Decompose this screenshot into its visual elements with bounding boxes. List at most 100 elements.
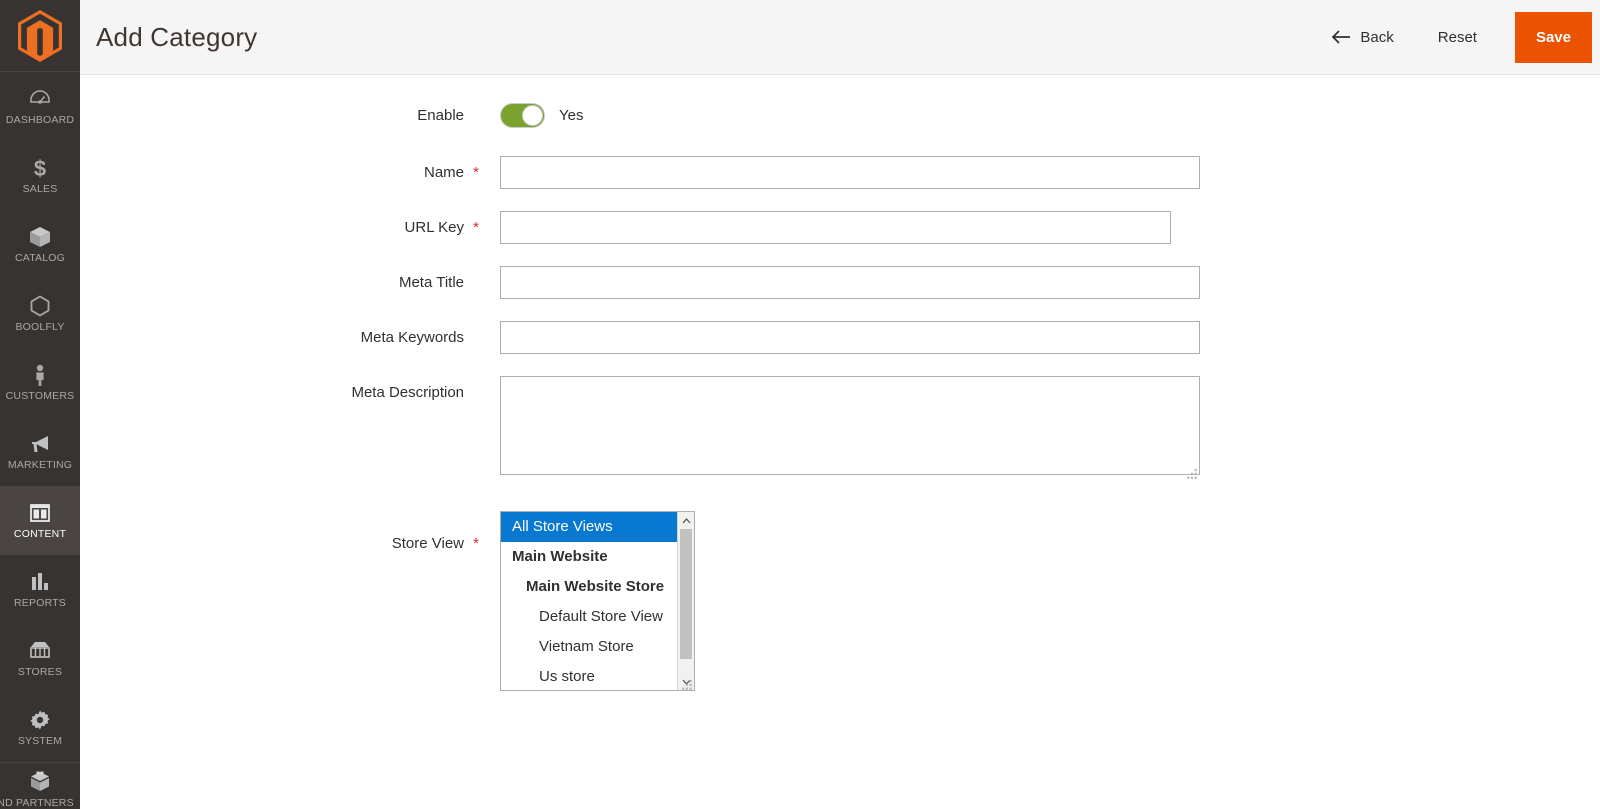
admin-sidebar: DASHBOARD $ SALES CATALOG BOOLFLY CUSTOM… [0,0,80,809]
back-button-label: Back [1360,28,1394,46]
field-url-key: URL Key * [80,211,1600,244]
sidebar-item-label: BOOLFLY [15,321,65,334]
megaphone-icon [27,431,53,457]
page-header: Add Category Back Reset Save [80,0,1600,75]
sidebar-item-label: MARKETING [7,459,73,472]
enable-toggle[interactable] [500,103,545,128]
person-icon [27,362,53,388]
toggle-knob [522,105,543,126]
multiselect-resize-grip-icon[interactable] [682,678,693,690]
field-control: Yes [479,99,583,132]
store-view-option[interactable]: Main Website [501,542,677,572]
sidebar-item-label: CATALOG [14,252,66,265]
meta-title-input[interactable] [500,266,1200,299]
magento-logo-icon [18,9,62,62]
field-store-view: Store View * All Store Views Main Websit… [80,511,1600,691]
required-marker: * [473,164,479,181]
sidebar-item-label: REPORTS [14,597,66,610]
name-input[interactable] [500,156,1200,189]
required-marker: * [473,219,479,236]
meta-keywords-input[interactable] [500,321,1200,354]
reset-button-label: Reset [1437,28,1477,46]
sidebar-item-content[interactable]: CONTENT [0,486,80,555]
sidebar-item-boolfly[interactable]: BOOLFLY [0,279,80,348]
field-label-cell: Meta Description * [80,376,479,409]
scroll-up-icon[interactable] [678,512,694,529]
magento-logo[interactable] [0,0,80,72]
save-button[interactable]: Save [1514,11,1592,63]
sidebar-item-dashboard[interactable]: DASHBOARD [0,72,80,141]
store-view-option[interactable]: Default Store View [501,602,677,632]
sidebar-item-customers[interactable]: CUSTOMERS [0,348,80,417]
field-label-cell: Store View * [80,511,479,560]
store-view-label: Store View [391,535,464,552]
storefront-icon [27,638,53,664]
dollar-icon: $ [27,155,53,181]
meta-description-textarea[interactable] [500,376,1200,475]
required-marker: * [473,535,479,552]
store-view-options-list: All Store Views Main Website Main Websit… [501,512,677,690]
field-meta-title: Meta Title * [80,266,1600,299]
url-key-input[interactable] [500,211,1171,244]
dashboard-icon [27,86,53,112]
store-view-scrollbar[interactable] [677,512,694,690]
store-view-multiselect[interactable]: All Store Views Main Website Main Websit… [500,511,695,691]
field-control [479,321,1200,354]
sidebar-item-label-line1: IND PARTNERS [0,797,74,809]
hexagon-icon [27,293,53,319]
back-button[interactable]: Back [1309,29,1415,46]
field-label-cell: URL Key * [80,211,479,244]
bar-chart-icon [27,569,53,595]
field-label-cell: Enable * [80,99,479,132]
field-control [479,266,1200,299]
extension-box-icon [27,769,53,795]
magento-admin-page: DASHBOARD $ SALES CATALOG BOOLFLY CUSTOM… [0,0,1600,809]
arrow-left-icon [1331,29,1351,45]
enable-label: Enable [417,107,464,124]
layout-icon [27,500,53,526]
field-enable: Enable * Yes [80,99,1600,132]
field-name: Name * [80,156,1600,189]
sidebar-item-reports[interactable]: REPORTS [0,555,80,624]
field-label-cell: Meta Title * [80,266,479,299]
sidebar-item-label: STORES [17,666,63,679]
sidebar-item-label: CUSTOMERS [5,390,75,403]
sidebar-item-stores[interactable]: STORES [0,624,80,693]
field-control [479,376,1200,480]
field-control [479,156,1200,189]
meta-description-label: Meta Description [351,384,464,401]
store-view-multiselect-wrapper: All Store Views Main Website Main Websit… [500,511,695,691]
sidebar-item-label: CONTENT [13,528,67,541]
field-meta-description: Meta Description * [80,376,1600,480]
enable-toggle-value: Yes [559,107,584,124]
svg-text:$: $ [34,156,46,181]
sidebar-item-find-partners-extensions[interactable]: IND PARTNERS & EXTENSIONS [0,762,80,809]
meta-keywords-label: Meta Keywords [360,329,464,346]
sidebar-item-sales[interactable]: $ SALES [0,141,80,210]
store-view-option[interactable]: Main Website Store [501,572,677,602]
meta-title-label: Meta Title [398,274,464,291]
page-title: Add Category [96,21,258,52]
sidebar-item-catalog[interactable]: CATALOG [0,210,80,279]
field-label-cell: Name * [80,156,479,189]
sidebar-item-label: SALES [22,183,58,196]
sidebar-item-label: SYSTEM [17,735,63,748]
field-control: All Store Views Main Website Main Websit… [479,511,695,691]
box-icon [27,224,53,250]
store-view-option[interactable]: All Store Views [501,512,677,542]
sidebar-item-label: DASHBOARD [5,114,75,127]
enable-toggle-row: Yes [500,99,583,132]
store-view-option[interactable]: Vietnam Store [501,632,677,662]
name-label: Name [423,164,464,181]
field-label-cell: Meta Keywords * [80,321,479,354]
sidebar-item-system[interactable]: SYSTEM [0,693,80,762]
field-control [479,211,1171,244]
reset-button[interactable]: Reset [1416,29,1499,46]
page-actions: Back Reset Save [1309,0,1600,74]
scrollbar-thumb[interactable] [680,529,692,659]
main-content: Add Category Back Reset Save Enable Yes … [80,0,1600,809]
url-key-label: URL Key [404,219,464,236]
store-view-option[interactable]: Us store [501,662,677,690]
sidebar-item-marketing[interactable]: MARKETING [0,417,80,486]
gear-icon [27,707,53,733]
